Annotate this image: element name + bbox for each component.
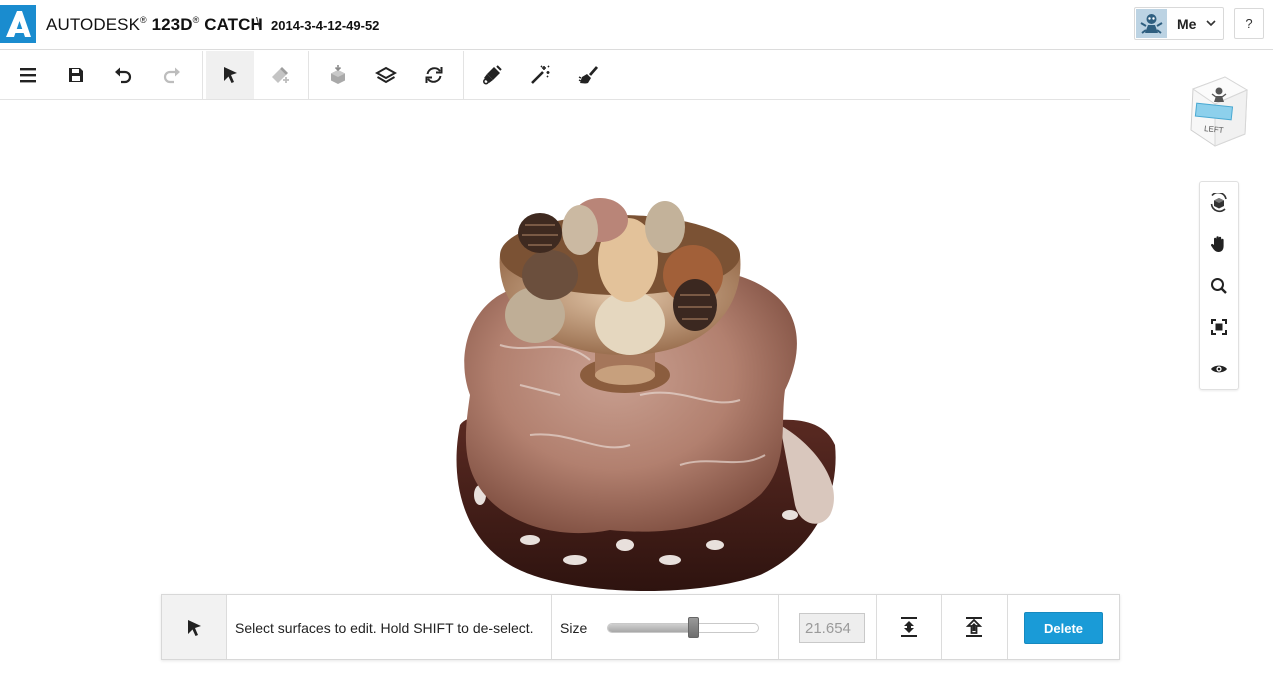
orbit-icon bbox=[1210, 192, 1227, 212]
breadcrumb-separator: \ bbox=[256, 15, 261, 32]
orbit-button[interactable] bbox=[1200, 182, 1238, 223]
layers-button[interactable] bbox=[362, 51, 410, 99]
expand-arrows-icon bbox=[901, 617, 917, 637]
selection-panel: Select surfaces to edit. Hold SHIFT to d… bbox=[161, 594, 1120, 660]
visibility-button[interactable] bbox=[1200, 348, 1238, 389]
fit-view-button[interactable] bbox=[1200, 306, 1238, 347]
autodesk-a-icon bbox=[6, 11, 31, 37]
view-cube[interactable]: LEFT bbox=[1185, 74, 1251, 150]
brand-product-name: CATCH bbox=[204, 15, 263, 34]
refresh-icon bbox=[425, 67, 443, 83]
undo-button[interactable] bbox=[99, 51, 147, 99]
paint-tool-icon bbox=[482, 65, 502, 85]
menu-icon bbox=[20, 68, 36, 83]
selection-hint: Select surfaces to edit. Hold SHIFT to d… bbox=[235, 620, 534, 636]
refresh-button[interactable] bbox=[410, 51, 458, 99]
magic-wand-button[interactable] bbox=[516, 51, 564, 99]
help-button[interactable]: ? bbox=[1234, 8, 1264, 39]
select-tool-button[interactable] bbox=[206, 51, 254, 99]
magic-wand-icon bbox=[531, 65, 550, 84]
paint-tool-button[interactable] bbox=[468, 51, 516, 99]
zoom-button[interactable] bbox=[1200, 265, 1238, 306]
panel-divider bbox=[1007, 595, 1008, 659]
expand-selection-button[interactable] bbox=[877, 595, 941, 659]
toolbar-divider bbox=[202, 51, 203, 99]
brand-company: AUTODESK bbox=[46, 15, 141, 34]
user-menu-button[interactable]: Me bbox=[1134, 7, 1224, 40]
cube-drop-button[interactable] bbox=[314, 51, 362, 99]
size-slider-thumb[interactable] bbox=[688, 617, 700, 638]
avatar-robot-icon bbox=[1140, 14, 1163, 34]
panel-select-tool[interactable] bbox=[162, 595, 227, 659]
toolbar-divider bbox=[308, 51, 309, 99]
eraser-add-icon bbox=[272, 67, 289, 83]
size-value-input[interactable] bbox=[799, 613, 865, 643]
user-name-label: Me bbox=[1177, 16, 1197, 32]
select-arrow-icon bbox=[188, 620, 201, 636]
navigation-bar bbox=[1199, 181, 1239, 390]
3d-viewport[interactable]: LEFT bbox=[0, 76, 1273, 677]
save-icon bbox=[69, 68, 83, 82]
chevron-down-icon bbox=[1206, 20, 1216, 27]
autodesk-logo[interactable] bbox=[0, 5, 36, 43]
undo-icon bbox=[115, 67, 132, 84]
main-toolbar bbox=[0, 51, 1130, 100]
menu-button[interactable] bbox=[4, 51, 52, 99]
brush-button[interactable] bbox=[564, 51, 612, 99]
3d-model-render[interactable] bbox=[440, 195, 850, 605]
grow-arrow-icon bbox=[965, 617, 983, 637]
size-slider[interactable] bbox=[607, 623, 759, 633]
layers-icon bbox=[375, 66, 397, 84]
cube-drop-icon bbox=[331, 65, 345, 84]
toolbar-divider bbox=[463, 51, 464, 99]
panel-divider bbox=[551, 595, 552, 659]
delete-button[interactable]: Delete bbox=[1024, 612, 1103, 644]
app-header: AUTODESK® 123D® CATCH \ 2014-3-4-12-49-5… bbox=[0, 0, 1273, 50]
brush-icon bbox=[578, 66, 599, 84]
visibility-eye-icon bbox=[1211, 365, 1227, 372]
redo-button[interactable] bbox=[148, 51, 196, 99]
save-button[interactable] bbox=[52, 51, 100, 99]
select-arrow-icon bbox=[224, 67, 237, 83]
panel-divider bbox=[778, 595, 779, 659]
grow-selection-button[interactable] bbox=[942, 595, 1006, 659]
pan-button[interactable] bbox=[1200, 223, 1238, 264]
project-filename[interactable]: 2014-3-4-12-49-52 bbox=[271, 18, 379, 33]
size-label: Size bbox=[560, 620, 588, 636]
avatar bbox=[1136, 9, 1167, 38]
zoom-icon bbox=[1211, 277, 1227, 294]
fit-view-icon bbox=[1211, 318, 1227, 335]
brand-product-number: 123D bbox=[151, 15, 193, 34]
redo-icon bbox=[163, 67, 180, 84]
pan-hand-icon bbox=[1210, 235, 1224, 252]
app-brand: AUTODESK® 123D® CATCH bbox=[46, 15, 263, 34]
size-slider-fill bbox=[608, 624, 694, 632]
eraser-add-button[interactable] bbox=[255, 51, 303, 99]
